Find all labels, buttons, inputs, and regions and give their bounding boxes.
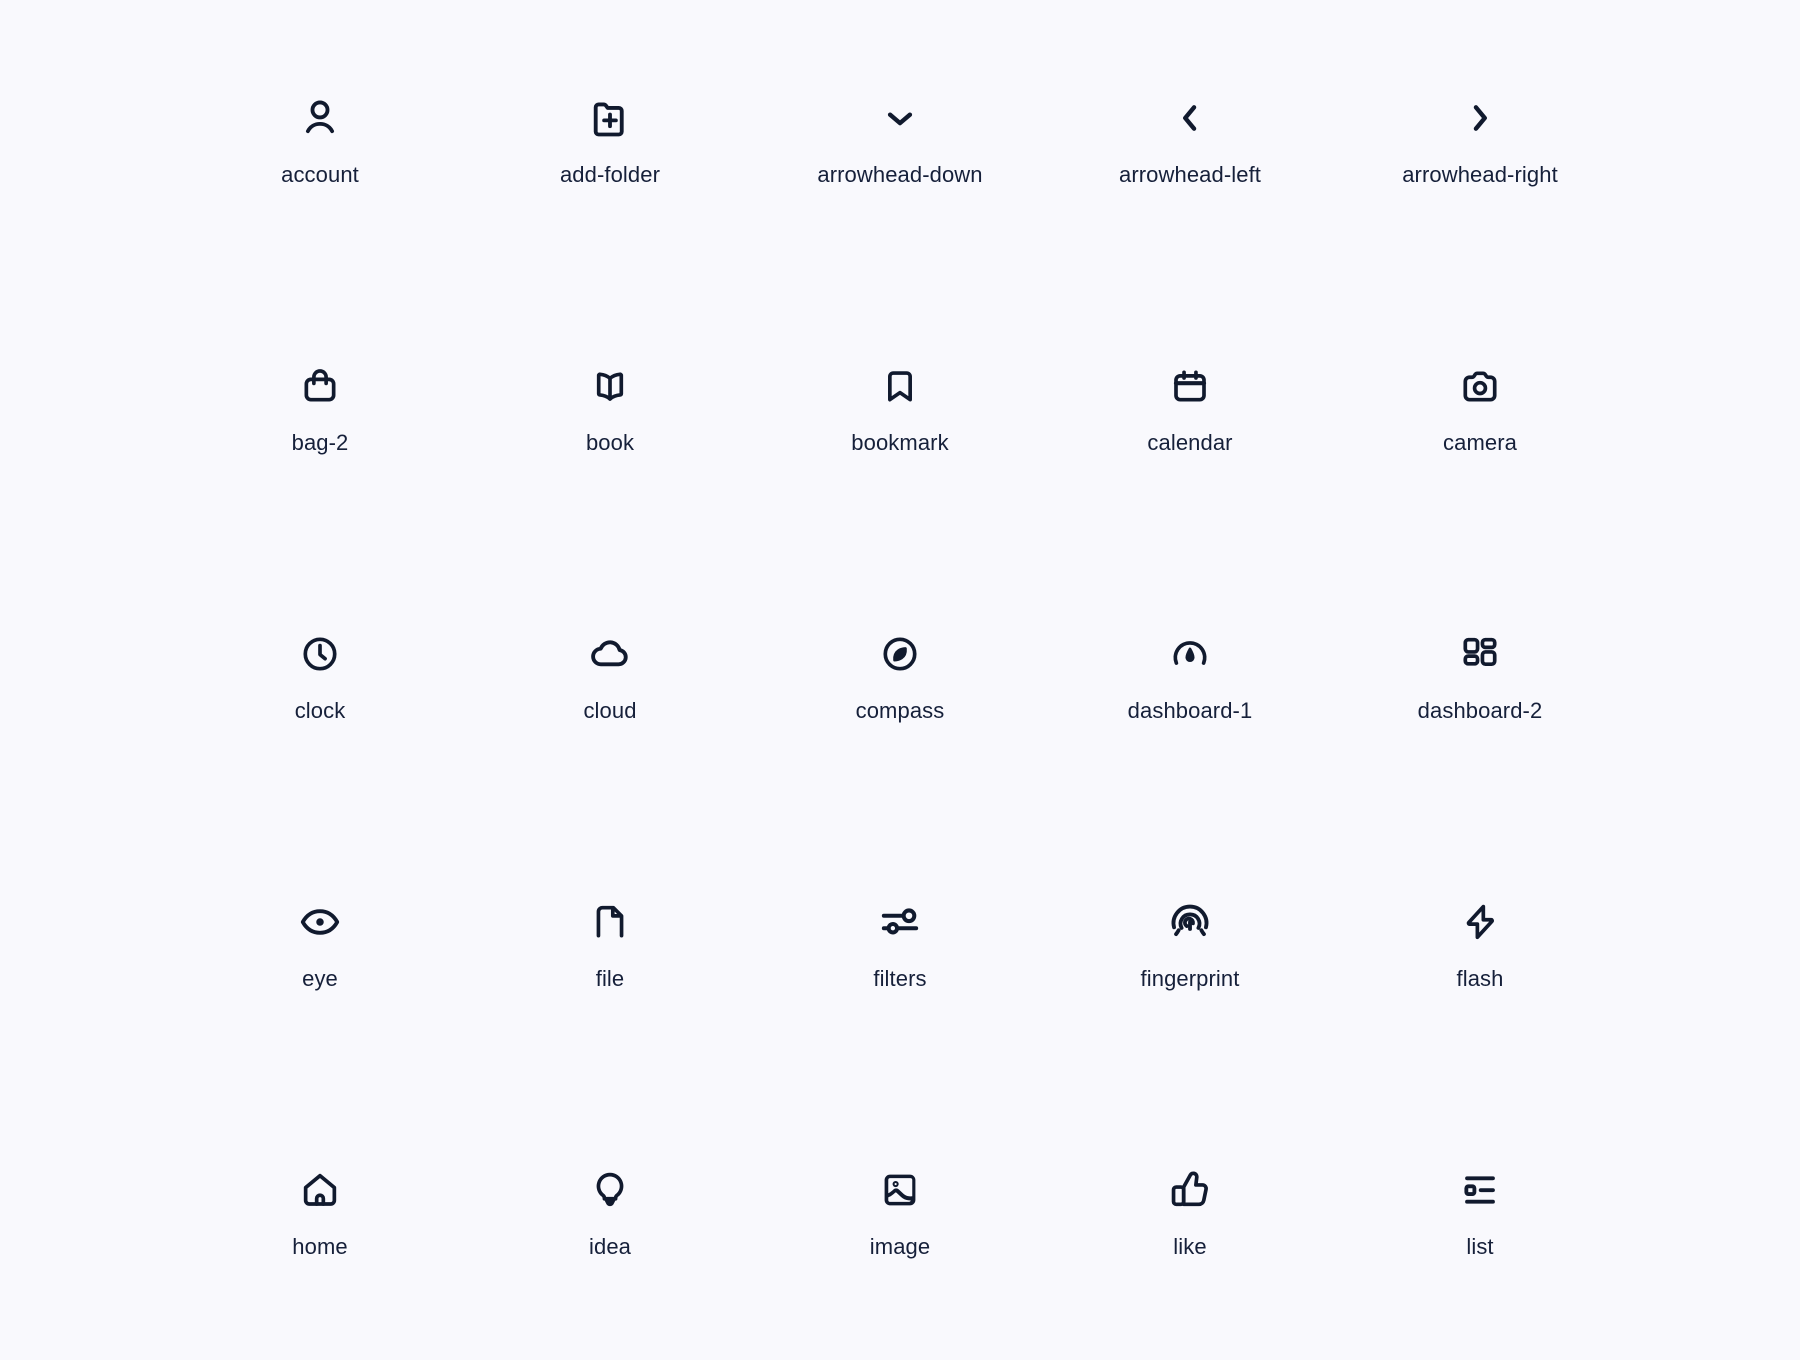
icon-label: dashboard-2 bbox=[1418, 699, 1543, 723]
arrowhead-down-icon bbox=[872, 90, 928, 146]
arrowhead-right-icon bbox=[1452, 90, 1508, 146]
account-icon bbox=[292, 90, 348, 146]
icon-label: book bbox=[586, 431, 634, 455]
icon-cell-bag-2[interactable]: bag-2 bbox=[175, 328, 465, 596]
icon-label: add-folder bbox=[560, 163, 660, 187]
icon-cell-arrowhead-left[interactable]: arrowhead-left bbox=[1045, 60, 1335, 328]
icon-cell-home[interactable]: home bbox=[175, 1132, 465, 1360]
icon-cell-image[interactable]: image bbox=[755, 1132, 1045, 1360]
icon-label: arrowhead-right bbox=[1402, 163, 1558, 187]
icon-cell-file[interactable]: file bbox=[465, 864, 755, 1132]
icon-label: idea bbox=[589, 1235, 631, 1259]
icon-label: list bbox=[1466, 1235, 1493, 1259]
icon-cell-clock[interactable]: clock bbox=[175, 596, 465, 864]
compass-icon bbox=[872, 626, 928, 682]
icon-cell-camera[interactable]: camera bbox=[1335, 328, 1625, 596]
icon-cell-arrowhead-down[interactable]: arrowhead-down bbox=[755, 60, 1045, 328]
file-icon bbox=[582, 894, 638, 950]
icon-label: like bbox=[1173, 1235, 1206, 1259]
icon-label: camera bbox=[1443, 431, 1517, 455]
icon-cell-account[interactable]: account bbox=[175, 60, 465, 328]
icon-cell-fingerprint[interactable]: fingerprint bbox=[1045, 864, 1335, 1132]
like-icon bbox=[1162, 1162, 1218, 1218]
icon-label: bag-2 bbox=[292, 431, 349, 455]
camera-icon bbox=[1452, 358, 1508, 414]
icon-label: dashboard-1 bbox=[1128, 699, 1253, 723]
home-icon bbox=[292, 1162, 348, 1218]
icon-label: fingerprint bbox=[1141, 967, 1240, 991]
icon-label: eye bbox=[302, 967, 338, 991]
icon-label: arrowhead-down bbox=[817, 163, 982, 187]
icon-cell-add-folder[interactable]: add-folder bbox=[465, 60, 755, 328]
add-folder-icon bbox=[582, 90, 638, 146]
icon-cell-eye[interactable]: eye bbox=[175, 864, 465, 1132]
filters-icon bbox=[872, 894, 928, 950]
icon-label: flash bbox=[1457, 967, 1504, 991]
book-icon bbox=[582, 358, 638, 414]
icon-cell-dashboard-1[interactable]: dashboard-1 bbox=[1045, 596, 1335, 864]
fingerprint-icon bbox=[1162, 894, 1218, 950]
list-icon bbox=[1452, 1162, 1508, 1218]
icon-cell-filters[interactable]: filters bbox=[755, 864, 1045, 1132]
arrowhead-left-icon bbox=[1162, 90, 1218, 146]
dashboard-1-icon bbox=[1162, 626, 1218, 682]
icon-label: compass bbox=[856, 699, 945, 723]
icon-label: arrowhead-left bbox=[1119, 163, 1261, 187]
icon-label: cloud bbox=[583, 699, 636, 723]
icon-cell-flash[interactable]: flash bbox=[1335, 864, 1625, 1132]
flash-icon bbox=[1452, 894, 1508, 950]
icon-cell-calendar[interactable]: calendar bbox=[1045, 328, 1335, 596]
icon-cell-compass[interactable]: compass bbox=[755, 596, 1045, 864]
icon-label: account bbox=[281, 163, 359, 187]
eye-icon bbox=[292, 894, 348, 950]
icon-label: calendar bbox=[1147, 431, 1232, 455]
image-icon bbox=[872, 1162, 928, 1218]
icon-grid: account add-folder arrowhead-down bbox=[175, 60, 1625, 1360]
calendar-icon bbox=[1162, 358, 1218, 414]
dashboard-2-icon bbox=[1452, 626, 1508, 682]
icon-cell-list[interactable]: list bbox=[1335, 1132, 1625, 1360]
icon-label: file bbox=[596, 967, 625, 991]
icon-label: filters bbox=[873, 967, 926, 991]
icon-sheet: account add-folder arrowhead-down bbox=[0, 0, 1800, 1360]
icon-cell-arrowhead-right[interactable]: arrowhead-right bbox=[1335, 60, 1625, 328]
icon-label: clock bbox=[295, 699, 346, 723]
icon-label: image bbox=[870, 1235, 930, 1259]
bookmark-icon bbox=[872, 358, 928, 414]
icon-cell-dashboard-2[interactable]: dashboard-2 bbox=[1335, 596, 1625, 864]
icon-cell-book[interactable]: book bbox=[465, 328, 755, 596]
idea-icon bbox=[582, 1162, 638, 1218]
icon-cell-idea[interactable]: idea bbox=[465, 1132, 755, 1360]
icon-cell-like[interactable]: like bbox=[1045, 1132, 1335, 1360]
icon-cell-cloud[interactable]: cloud bbox=[465, 596, 755, 864]
icon-label: bookmark bbox=[851, 431, 948, 455]
icon-cell-bookmark[interactable]: bookmark bbox=[755, 328, 1045, 596]
icon-label: home bbox=[292, 1235, 347, 1259]
clock-icon bbox=[292, 626, 348, 682]
bag-2-icon bbox=[292, 358, 348, 414]
cloud-icon bbox=[582, 626, 638, 682]
